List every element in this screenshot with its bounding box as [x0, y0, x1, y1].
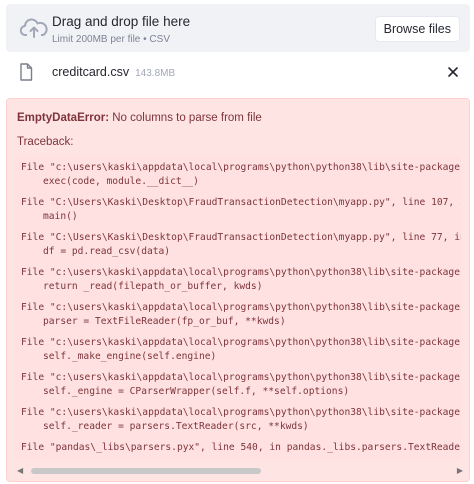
traceback-frame: File "c:\users\kaski\appdata\local\progr… — [21, 301, 461, 329]
traceback-code-line: return _read(filepath_or_buffer, kwds) — [43, 281, 263, 292]
horizontal-scrollbar[interactable]: ◀ ▶ — [17, 465, 463, 477]
scrollbar-thumb[interactable] — [31, 468, 261, 474]
error-message: No columns to parse from file — [109, 112, 262, 124]
traceback-file-line: File "c:\users\kaski\appdata\local\progr… — [21, 407, 461, 418]
traceback-code-line: exec(code, module.__dict__) — [43, 176, 199, 187]
traceback-frame: File "c:\users\kaski\appdata\local\progr… — [21, 371, 461, 399]
traceback-code-line: self._make_engine(self.engine) — [43, 351, 217, 362]
traceback-frame: File "C:\Users\Kaski\Desktop\FraudTransa… — [21, 196, 461, 224]
cloud-upload-icon — [20, 18, 48, 38]
traceback-code-line: self._engine = CParserWrapper(self.f, **… — [43, 386, 350, 397]
traceback-file-line: File "c:\users\kaski\appdata\local\progr… — [21, 162, 461, 173]
uploaded-file-row: creditcard.csv 143.8MB — [6, 56, 470, 90]
traceback-frame: File "pandas\_libs\parsers.pyx", line 54… — [21, 441, 461, 461]
traceback-file-line: File "C:\Users\Kaski\Desktop\FraudTransa… — [21, 232, 461, 243]
traceback-file-line: File "C:\Users\Kaski\Desktop\FraudTransa… — [21, 197, 461, 208]
file-icon — [20, 63, 33, 81]
traceback-file-line: File "pandas\_libs\parsers.pyx", line 54… — [21, 442, 461, 453]
traceback-code-line: df = pd.read_csv(data) — [43, 246, 171, 257]
browse-files-button[interactable]: Browse files — [374, 16, 460, 42]
traceback-frame: File "c:\users\kaski\appdata\local\progr… — [21, 161, 461, 189]
dropzone-limit-text: Limit 200MB per file • CSV — [52, 34, 170, 45]
file-uploader-dropzone[interactable]: Drag and drop file here Limit 200MB per … — [6, 4, 470, 52]
file-name-text: creditcard.csv — [52, 65, 130, 79]
traceback-code-line — [21, 455, 461, 461]
uploaded-file-name: creditcard.csv 143.8MB — [52, 65, 175, 79]
traceback-code-line: parser = TextFileReader(fp_or_buf, **kwd… — [43, 316, 286, 327]
error-alert: EmptyDataError: No columns to parse from… — [6, 98, 470, 482]
traceback-frame: File "C:\Users\Kaski\Desktop\FraudTransa… — [21, 231, 461, 259]
traceback-file-line: File "c:\users\kaski\appdata\local\progr… — [21, 302, 461, 313]
traceback-frame: File "c:\users\kaski\appdata\local\progr… — [21, 406, 461, 434]
traceback-code-line: self._reader = parsers.TextReader(src, *… — [43, 421, 309, 432]
file-size: 143.8MB — [135, 68, 176, 79]
traceback-frame: File "c:\users\kaski\appdata\local\progr… — [21, 266, 461, 294]
traceback-code-line: main() — [43, 211, 78, 222]
traceback-code-block[interactable]: File "c:\users\kaski\appdata\local\progr… — [15, 155, 461, 461]
traceback-label: Traceback: — [17, 136, 74, 148]
scroll-right-icon[interactable]: ▶ — [453, 465, 463, 477]
traceback-frame: File "c:\users\kaski\appdata\local\progr… — [21, 336, 461, 364]
error-type: EmptyDataError: — [17, 112, 110, 124]
dropzone-title: Drag and drop file here — [52, 14, 191, 29]
traceback-file-line: File "c:\users\kaski\appdata\local\progr… — [21, 337, 461, 348]
traceback-file-line: File "c:\users\kaski\appdata\local\progr… — [21, 267, 461, 278]
traceback-file-line: File "c:\users\kaski\appdata\local\progr… — [21, 372, 461, 383]
error-title: EmptyDataError: No columns to parse from… — [17, 112, 262, 124]
close-icon[interactable] — [446, 65, 460, 79]
scroll-left-icon[interactable]: ◀ — [17, 465, 27, 477]
